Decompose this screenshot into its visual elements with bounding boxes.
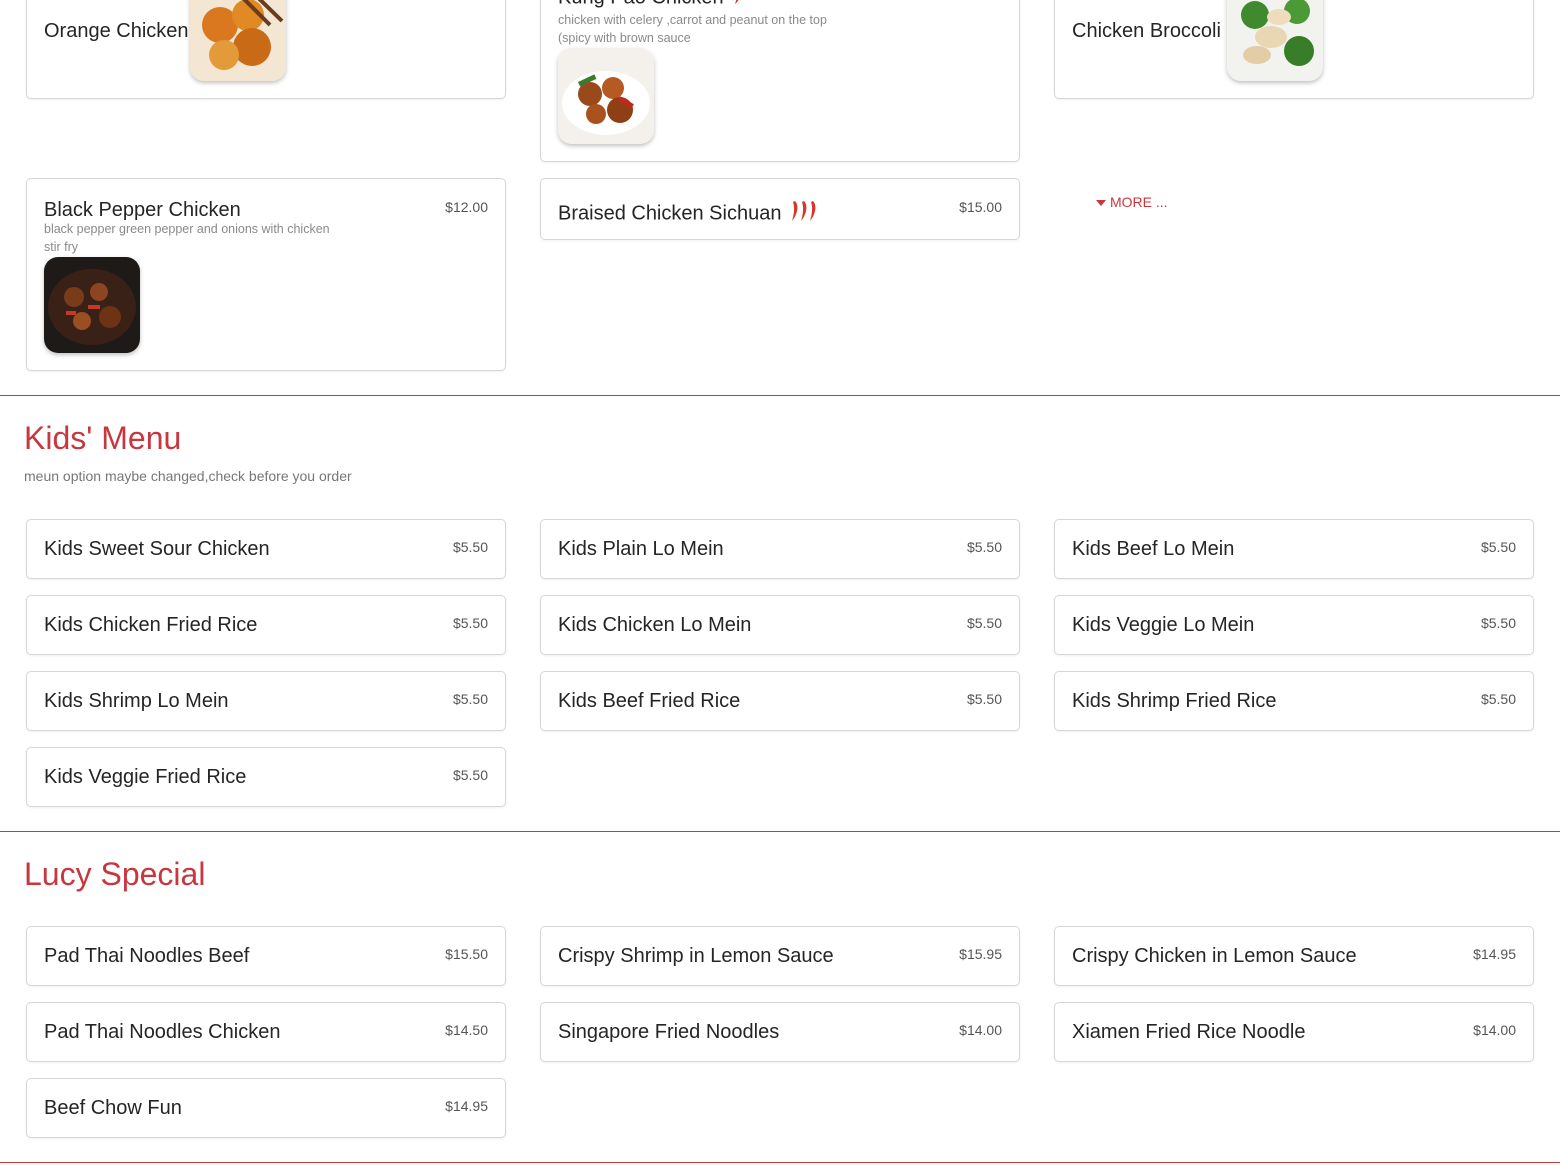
- menu-item-card[interactable]: Kids Veggie Fried Rice $5.50: [26, 747, 506, 807]
- menu-item-card[interactable]: Braised Chicken Sichuan $15.00: [540, 178, 1020, 240]
- item-name: Kids Beef Fried Rice: [558, 690, 741, 712]
- item-name: Singapore Fried Noodles: [558, 1021, 780, 1043]
- caret-down-icon: [1096, 200, 1106, 207]
- item-price: $5.50: [1480, 691, 1516, 707]
- item-price: $12.00: [445, 199, 488, 215]
- menu-item-card[interactable]: Kids Plain Lo Mein $5.50: [540, 519, 1020, 579]
- item-name-text: Kung Pao Chicken: [558, 0, 724, 8]
- section-title: Kids' Menu: [24, 420, 182, 456]
- menu-item-card[interactable]: Kids Beef Fried Rice $5.50: [540, 671, 1020, 731]
- item-name: Xiamen Fried Rice Noodle: [1072, 1021, 1306, 1043]
- menu-item-card[interactable]: Kids Chicken Lo Mein $5.50: [540, 595, 1020, 655]
- menu-item-card[interactable]: Kids Sweet Sour Chicken $5.50: [26, 519, 506, 579]
- item-name: Orange Chicken: [44, 20, 189, 42]
- section-divider: [0, 1162, 1560, 1163]
- section-divider: [0, 831, 1560, 832]
- item-name: Kids Shrimp Lo Mein: [44, 690, 229, 712]
- item-price: $5.50: [966, 539, 1002, 555]
- menu-item-card[interactable]: Pad Thai Noodles Beef $15.50: [26, 926, 506, 986]
- item-name: Kids Sweet Sour Chicken: [44, 538, 270, 560]
- item-price: $5.50: [966, 615, 1002, 631]
- menu-item-card[interactable]: Kids Shrimp Lo Mein $5.50: [26, 671, 506, 731]
- item-name: Braised Chicken Sichuan: [558, 199, 821, 229]
- section-subtitle: meun option maybe changed,check before y…: [24, 468, 352, 484]
- item-name: Chicken Broccoli: [1072, 20, 1221, 42]
- menu-item-card[interactable]: Crispy Chicken in Lemon Sauce $14.95: [1054, 926, 1534, 986]
- item-name: Kids Plain Lo Mein: [558, 538, 724, 560]
- item-price: $15.50: [445, 946, 488, 962]
- section-divider: [0, 395, 1560, 396]
- item-name: Kids Veggie Lo Mein: [1072, 614, 1255, 636]
- item-price: $15.95: [959, 946, 1002, 962]
- item-price: $14.00: [959, 1022, 1002, 1038]
- item-price: $5.50: [452, 615, 488, 631]
- item-price: $5.50: [1480, 615, 1516, 631]
- menu-item-card[interactable]: Kids Veggie Lo Mein $5.50: [1054, 595, 1534, 655]
- pepper-icon: [733, 0, 743, 11]
- kung-pao-chicken-photo[interactable]: [558, 48, 654, 144]
- menu-item-card[interactable]: Xiamen Fried Rice Noodle $14.00: [1054, 1002, 1534, 1062]
- item-price: $5.50: [1480, 539, 1516, 555]
- item-name: Pad Thai Noodles Beef: [44, 945, 250, 967]
- item-name: Beef Chow Fun: [44, 1097, 182, 1119]
- item-price: $5.50: [452, 767, 488, 783]
- menu-item-card[interactable]: Orange Chicken: [26, 0, 506, 99]
- section-title: Lucy Special: [24, 856, 206, 892]
- item-name-text: Braised Chicken Sichuan: [558, 202, 782, 225]
- menu-item-card[interactable]: Singapore Fried Noodles $14.00: [540, 1002, 1020, 1062]
- triple-pepper-icon: [791, 199, 821, 229]
- item-name: Black Pepper Chicken: [44, 199, 241, 221]
- item-price: $14.95: [445, 1098, 488, 1114]
- item-name: Kids Veggie Fried Rice: [44, 766, 247, 788]
- item-name: Kids Shrimp Fried Rice: [1072, 690, 1277, 712]
- item-name: Kung Pao Chicken: [558, 0, 743, 11]
- item-name: Crispy Shrimp in Lemon Sauce: [558, 945, 834, 967]
- item-price: $15.00: [959, 199, 1002, 215]
- item-price: $14.50: [445, 1022, 488, 1038]
- menu-item-card[interactable]: Chicken Broccoli: [1054, 0, 1534, 99]
- menu-item-card[interactable]: Beef Chow Fun $14.95: [26, 1078, 506, 1138]
- item-name: Kids Beef Lo Mein: [1072, 538, 1235, 560]
- menu-item-card[interactable]: Black Pepper Chicken $12.00 black pepper…: [26, 178, 506, 371]
- item-name: Pad Thai Noodles Chicken: [44, 1021, 281, 1043]
- item-description: chicken with celery ,carrot and peanut o…: [558, 13, 827, 45]
- menu-item-card[interactable]: Kids Chicken Fried Rice $5.50: [26, 595, 506, 655]
- more-link[interactable]: MORE ...: [1096, 194, 1168, 210]
- item-name: Kids Chicken Lo Mein: [558, 614, 752, 636]
- more-label: MORE ...: [1110, 194, 1168, 210]
- menu-item-card[interactable]: Kung Pao Chicken chicken with celery ,ca…: [540, 0, 1020, 162]
- item-price: $5.50: [452, 691, 488, 707]
- item-description: black pepper green pepper and onions wit…: [44, 222, 330, 254]
- item-price: $5.50: [452, 539, 488, 555]
- item-price: $5.50: [966, 691, 1002, 707]
- orange-chicken-photo[interactable]: [190, 0, 286, 81]
- item-name: Crispy Chicken in Lemon Sauce: [1072, 945, 1357, 967]
- item-price: $14.95: [1473, 946, 1516, 962]
- black-pepper-chicken-photo[interactable]: [44, 257, 140, 353]
- item-name: Kids Chicken Fried Rice: [44, 614, 258, 636]
- menu-item-card[interactable]: Kids Shrimp Fried Rice $5.50: [1054, 671, 1534, 731]
- item-price: $14.00: [1473, 1022, 1516, 1038]
- menu-item-card[interactable]: Kids Beef Lo Mein $5.50: [1054, 519, 1534, 579]
- menu-item-card[interactable]: Pad Thai Noodles Chicken $14.50: [26, 1002, 506, 1062]
- menu-item-card[interactable]: Crispy Shrimp in Lemon Sauce $15.95: [540, 926, 1020, 986]
- chicken-broccoli-photo[interactable]: [1227, 0, 1323, 81]
